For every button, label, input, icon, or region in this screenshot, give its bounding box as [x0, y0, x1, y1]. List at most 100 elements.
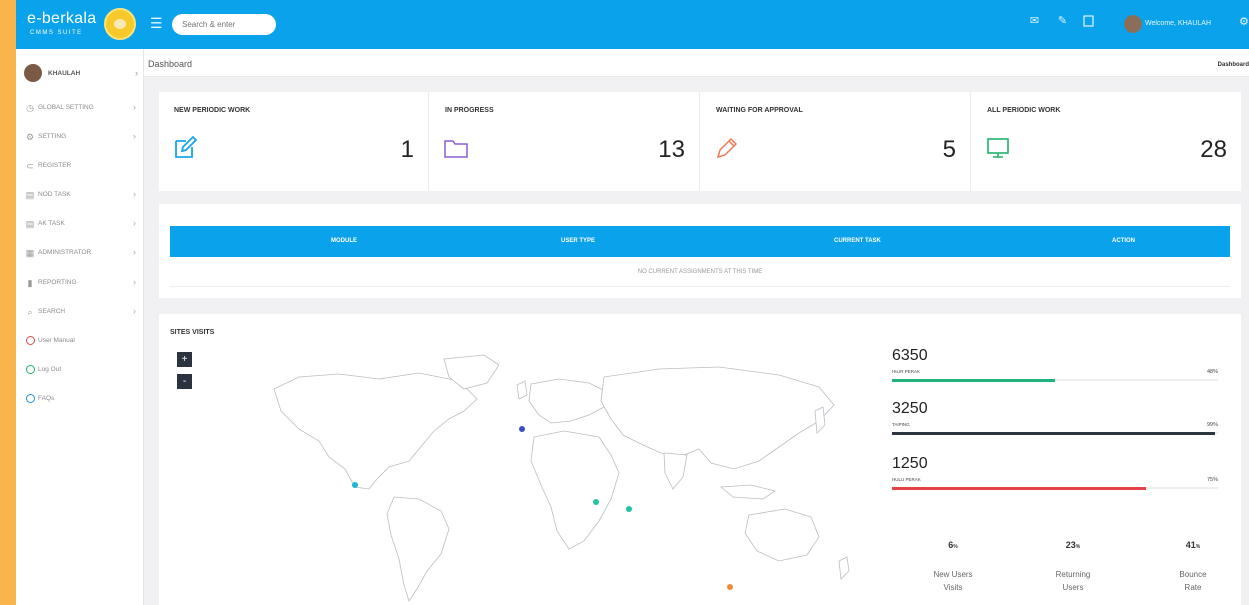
edit-notification-icon[interactable]: ✎: [1056, 15, 1069, 28]
metric-hilir-perak: 6350 HILIR PERAK 48%: [892, 347, 1218, 399]
breadcrumb: Dashboard Dashboard: [144, 49, 1249, 77]
sidebar-item-log-out[interactable]: Log Out: [16, 358, 143, 382]
ring-icon: [25, 336, 35, 346]
map-marker-india: [626, 506, 632, 512]
summary-returning-users: 23% Returning Users: [1023, 540, 1123, 594]
map-marker-middle-east: [593, 499, 599, 505]
app-window: e-berkala CMMS SUITE ☰ ✉ ✎ Welcome, KHAU…: [16, 0, 1249, 605]
calendar-icon: ▤: [25, 219, 35, 229]
logo[interactable]: e-berkala CMMS SUITE: [16, 0, 142, 49]
sidebar: KHAULAH › ◷ GLOBAL SETTING › ⚙ SETTING ›…: [16, 49, 144, 605]
stat-title: WAITING FOR APPROVAL: [716, 107, 803, 114]
ring-icon: [25, 394, 35, 404]
sidebar-item-search[interactable]: ⌕ SEARCH ›: [16, 300, 143, 324]
sidebar-item-label: SEARCH: [38, 308, 66, 315]
map-marker-australia: [727, 584, 733, 590]
sidebar-item-reporting[interactable]: ▮ REPORTING ›: [16, 271, 143, 295]
fullscreen-icon[interactable]: [1082, 15, 1095, 28]
chevron-right-icon: ›: [135, 68, 138, 78]
stats-panel: NEW PERIODIC WORK 1 IN PROGRESS 13 WAITI…: [159, 92, 1241, 191]
column-header-user-type[interactable]: USER TYPE: [561, 238, 595, 244]
stat-waiting-for-approval[interactable]: WAITING FOR APPROVAL 5: [701, 92, 971, 191]
grid-icon: ▦: [25, 248, 35, 258]
stat-new-periodic-work[interactable]: NEW PERIODIC WORK 1: [159, 92, 429, 191]
sidebar-item-ak-task[interactable]: ▤ AK TASK ›: [16, 212, 143, 236]
search-input[interactable]: [172, 14, 276, 35]
summary-new-users: 6% New Users Visits: [903, 540, 1003, 594]
stat-value: 1: [400, 136, 414, 163]
table-header: MODULE USER TYPE CURRENT TASK ACTION: [170, 226, 1230, 257]
sidebar-item-label: ADMINISTRATOR: [38, 249, 92, 256]
column-header-module[interactable]: MODULE: [331, 238, 357, 244]
summary-value: 41%: [1185, 540, 1201, 550]
page-title: Dashboard: [148, 59, 193, 69]
metric-value: 1250: [892, 455, 928, 472]
top-bar: e-berkala CMMS SUITE ☰ ✉ ✎ Welcome, KHAU…: [16, 0, 1249, 49]
chevron-right-icon: ›: [133, 218, 136, 228]
search-icon: ⌕: [27, 307, 33, 317]
pencil-icon: [716, 137, 738, 159]
sidebar-item-setting[interactable]: ⚙ SETTING ›: [16, 125, 143, 149]
world-map[interactable]: [259, 349, 909, 605]
map-indonesia: [719, 484, 776, 500]
sidebar-item-administrator[interactable]: ▦ ADMINISTRATOR ›: [16, 241, 143, 265]
map-europe: [528, 378, 610, 424]
sidebar-item-label: AK TASK: [38, 220, 65, 227]
sidebar-item-label: REPORTING: [38, 279, 77, 286]
map-uk: [516, 380, 528, 400]
brand-subtitle: CMMS SUITE: [30, 30, 83, 36]
sidebar-item-label: FAQs: [38, 395, 55, 402]
stat-all-periodic-work[interactable]: ALL PERIODIC WORK 28: [972, 92, 1241, 191]
sidebar-user-name: KHAULAH: [48, 70, 81, 77]
map-japan: [814, 406, 826, 434]
progress-fill: [892, 379, 1055, 382]
stat-in-progress[interactable]: IN PROGRESS 13: [430, 92, 700, 191]
sidebar-item-nod-task[interactable]: ▤ NOD TASK ›: [16, 183, 143, 207]
calendar-icon: ▤: [25, 190, 35, 200]
chevron-right-icon: ›: [133, 306, 136, 316]
column-header-current-task[interactable]: CURRENT TASK: [834, 238, 881, 244]
folder-icon: [444, 140, 468, 158]
chevron-right-icon: ›: [133, 102, 136, 112]
brand-name: e-berkala: [27, 10, 97, 27]
metric-percent: 75%: [1206, 477, 1218, 483]
column-header-action[interactable]: ACTION: [1112, 238, 1135, 244]
metric-taiping: 3250 TAIPING 99%: [892, 400, 1218, 452]
progress-track: [892, 487, 1218, 490]
avatar[interactable]: [1124, 15, 1142, 33]
map-north-america: [273, 372, 478, 490]
breadcrumb-link[interactable]: Dashboard: [1218, 62, 1249, 68]
mail-icon[interactable]: ✉: [1028, 15, 1041, 28]
table-empty-message: NO CURRENT ASSIGNMENTS AT THIS TIME: [170, 257, 1230, 287]
zoom-in-button[interactable]: +: [177, 352, 192, 367]
stat-title: IN PROGRESS: [445, 107, 494, 114]
sidebar-item-register[interactable]: ⊂ REGISTER: [16, 154, 143, 178]
sidebar-user[interactable]: KHAULAH ›: [24, 64, 142, 84]
zoom-out-button[interactable]: -: [177, 374, 192, 389]
bar-chart-icon: ▮: [27, 278, 33, 288]
map-new-zealand: [838, 556, 850, 580]
hamburger-menu-icon[interactable]: ☰: [150, 15, 163, 32]
map-south-america: [386, 496, 450, 602]
summary-value: 6%: [948, 540, 958, 550]
map-marker-north-america: [352, 482, 358, 488]
map-marker-europe: [519, 426, 525, 432]
gear-icon[interactable]: ⚙: [1239, 15, 1249, 28]
gear-icon: ⚙: [25, 132, 35, 142]
mascot-icon: [104, 8, 136, 40]
metric-value: 6350: [892, 347, 928, 364]
sidebar-item-label: NOD TASK: [38, 191, 71, 198]
chevron-right-icon: ›: [133, 277, 136, 287]
sidebar-item-faqs[interactable]: FAQs: [16, 387, 143, 411]
summary-label: New Users Visits: [933, 570, 973, 592]
stat-title: ALL PERIODIC WORK: [987, 107, 1061, 114]
summary-label: Returning Users: [1055, 570, 1091, 592]
metric-percent: 48%: [1206, 369, 1218, 375]
sidebar-item-global-setting[interactable]: ◷ GLOBAL SETTING ›: [16, 96, 143, 120]
sidebar-item-user-manual[interactable]: User Manual: [16, 329, 143, 353]
map-india: [663, 452, 688, 490]
chevron-right-icon: ›: [133, 131, 136, 141]
register-icon: ⊂: [26, 161, 34, 171]
stat-value: 13: [658, 136, 685, 163]
welcome-text[interactable]: Welcome, KHAULAH: [1145, 20, 1211, 27]
